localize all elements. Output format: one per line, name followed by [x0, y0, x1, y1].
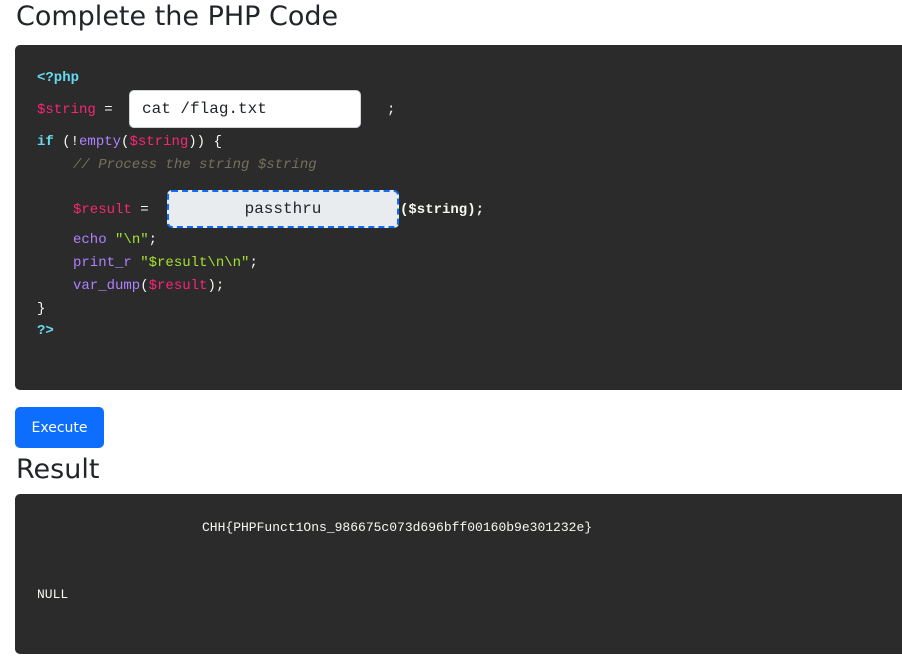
code-comment: // Process the string $string — [73, 157, 317, 173]
if-keyword: if — [37, 134, 54, 150]
result-output — [15, 494, 902, 654]
code-line-var-dump: var_dump($result); — [73, 277, 224, 295]
close-brace: } — [37, 301, 46, 317]
code-line-close-brace: } — [37, 300, 45, 318]
code-line-semicolon: ; — [387, 101, 395, 119]
code-line-echo: echo "\n"; — [73, 231, 157, 249]
string-input[interactable] — [129, 90, 361, 128]
string-variable: $string — [37, 102, 96, 118]
code-line-if: if (!empty($string)) { — [37, 133, 222, 151]
result-assign-operator: = — [131, 202, 158, 218]
code-line-print-r: print_r "$result\n\n"; — [73, 254, 258, 272]
result-heading: Result — [16, 454, 100, 485]
var-dump-arg: $result — [148, 278, 208, 294]
print-r-string: "$result\n\n" — [140, 255, 250, 271]
result-output-line: CHH{PHPFunct1Ons_986675c073d696bff00160b… — [202, 520, 593, 535]
if-close: )) { — [188, 134, 222, 150]
php-close-tag: ?> — [37, 323, 54, 339]
code-line-close-tag: ?> — [37, 322, 54, 340]
code-line-call-arg: ($string); — [400, 201, 484, 219]
result-variable: $result — [73, 202, 132, 218]
print-r-keyword: print_r — [73, 255, 132, 271]
assign-operator: = — [95, 102, 122, 118]
semicolon: ; — [387, 102, 396, 118]
echo-semicolon: ; — [148, 232, 158, 248]
var-dump-function: var_dump — [73, 278, 141, 294]
code-line-string-assign: $string = — [37, 101, 121, 119]
echo-keyword: echo — [73, 232, 107, 248]
execute-button[interactable]: Execute — [15, 407, 104, 448]
if-open: (! — [53, 134, 80, 150]
empty-function: empty — [79, 134, 122, 150]
code-line-open-tag: <?php — [37, 69, 79, 87]
echo-string: "\n" — [115, 232, 149, 248]
print-r-semicolon: ; — [249, 255, 258, 271]
result-null-line: NULL — [37, 587, 69, 602]
function-input[interactable] — [167, 190, 399, 228]
code-line-result-assign: $result = — [73, 201, 157, 219]
var-dump-close: ); — [207, 278, 225, 294]
var-dump-open: ( — [140, 278, 149, 294]
code-line-comment: // Process the string $string — [73, 156, 317, 174]
call-argument: ($string); — [400, 202, 485, 218]
php-open-tag: <?php — [37, 70, 80, 86]
string-variable-arg: $string — [129, 134, 189, 150]
page-title: Complete the PHP Code — [16, 1, 339, 32]
